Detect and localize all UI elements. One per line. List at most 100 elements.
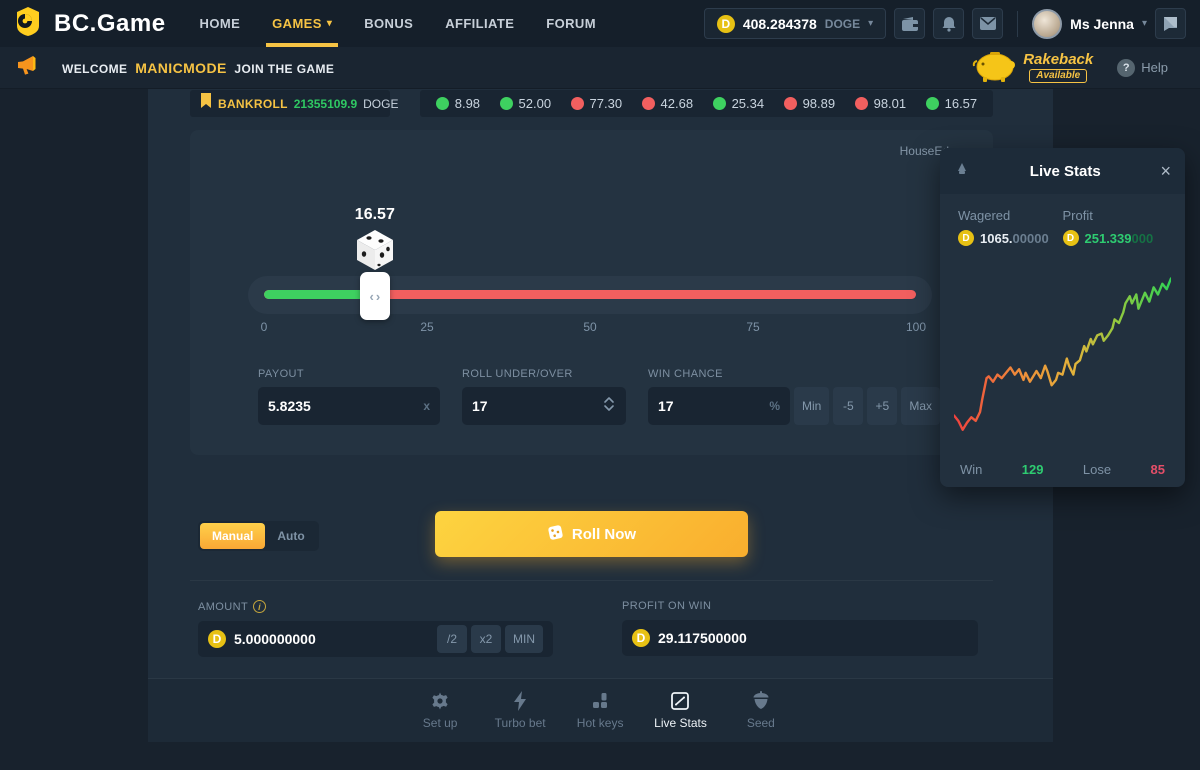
question-mark-icon: ?: [1117, 59, 1135, 77]
payout-label: PAYOUT: [258, 368, 440, 380]
lightning-icon: [512, 691, 528, 711]
hotkeys-icon: [590, 691, 610, 711]
toolbar-hot-keys[interactable]: Hot keys: [574, 691, 626, 730]
recent-roll[interactable]: 25.34: [713, 96, 765, 111]
divider: [190, 580, 993, 581]
top-navbar: BC.Game HOME GAMES ▾ BONUS AFFILIATEFORUM D …: [0, 0, 1200, 47]
amount-half2-button[interactable]: /2: [437, 625, 467, 653]
recent-roll[interactable]: 8.98: [436, 96, 480, 111]
auto-mode-button[interactable]: Auto: [265, 523, 316, 549]
piggy-bank-icon: [971, 47, 1017, 88]
payout-input[interactable]: [268, 398, 423, 414]
scale-tick-0: 0: [261, 320, 268, 334]
balance-selector[interactable]: D 408.284378 DOGE ▾: [704, 8, 886, 39]
roll-under-over-control: ROLL UNDER/OVER: [462, 368, 626, 425]
nav-item-bonus[interactable]: BONUS: [348, 0, 429, 47]
manual-mode-button[interactable]: Manual: [200, 523, 265, 549]
toolbar-seed[interactable]: Seed: [735, 691, 787, 730]
profit-on-win-input[interactable]: [658, 630, 968, 646]
amount-input[interactable]: [234, 631, 429, 647]
doge-coin-icon: D: [208, 630, 226, 648]
pin-icon[interactable]: [954, 161, 970, 182]
amount-label: AMOUNT: [198, 601, 248, 613]
caret-down-icon: ▾: [868, 18, 873, 29]
toolbar-item-label: Turbo bet: [495, 716, 546, 730]
lose-dot-icon: [571, 97, 584, 110]
bankroll-currency: DOGE: [363, 97, 398, 111]
nav-item-games[interactable]: GAMES ▾: [256, 0, 348, 47]
nav-item-home[interactable]: HOME: [184, 0, 257, 47]
profit-group: PROFIT ON WIN D: [622, 600, 978, 657]
dice-game-canvas: HouseEd 16.57 ‹ ›: [190, 130, 993, 455]
live-stats-header[interactable]: Live Stats ×: [940, 148, 1185, 194]
messages-button[interactable]: [972, 8, 1003, 39]
bell-icon: [941, 16, 957, 32]
active-tab-underline: [266, 43, 338, 47]
notifications-button[interactable]: [933, 8, 964, 39]
lose-dot-icon: [642, 97, 655, 110]
amount-x2-button[interactable]: x2: [471, 625, 501, 653]
mail-icon: [980, 17, 996, 30]
scale-tick-50: 50: [583, 320, 596, 334]
amount-min-button[interactable]: MIN: [505, 625, 543, 653]
nav-item-affiliate[interactable]: AFFILIATE: [429, 0, 530, 47]
nav-item-label: HOME: [200, 16, 241, 31]
recent-roll[interactable]: 42.68: [642, 96, 694, 111]
doge-coin-icon: D: [632, 629, 650, 647]
win-chance-max-button[interactable]: Max: [901, 387, 940, 425]
welcome-suffix: JOIN THE GAME: [234, 62, 334, 76]
roll-now-button[interactable]: Roll Now: [435, 511, 748, 557]
toolbar-item-label: Hot keys: [577, 716, 624, 730]
wagered-stat: Wagered D 1065.00000: [958, 208, 1063, 246]
roll-under-over-input[interactable]: [472, 398, 602, 414]
avatar: [1032, 9, 1062, 39]
help-button[interactable]: ? Help: [1117, 59, 1168, 77]
caret-down-icon: ▾: [327, 18, 332, 29]
seed-icon: [751, 691, 771, 711]
win-chance-minus5-button[interactable]: -5: [833, 387, 863, 425]
win-label: Win: [960, 462, 982, 477]
profit-label: Profit: [1063, 208, 1168, 223]
recent-roll[interactable]: 98.01: [855, 96, 907, 111]
chat-button[interactable]: [1155, 8, 1186, 39]
user-name: Ms Jenna: [1070, 16, 1134, 32]
recent-roll[interactable]: 77.30: [571, 96, 623, 111]
recent-roll[interactable]: 52.00: [500, 96, 552, 111]
roll-value: 98.01: [874, 96, 907, 111]
toolbar-turbo-bet[interactable]: Turbo bet: [494, 691, 546, 730]
toolbar-live-stats[interactable]: Live Stats: [654, 691, 707, 730]
amount-row: AMOUNT i D /2x2MIN PROFIT ON WIN D: [198, 600, 978, 657]
brand-home-link[interactable]: BC.Game: [0, 5, 184, 42]
caret-down-icon: ▾: [1142, 18, 1147, 29]
nav-item-label: BONUS: [364, 16, 413, 31]
dice-slider-track[interactable]: [248, 276, 932, 314]
toolbar-item-label: Seed: [747, 716, 775, 730]
navbar-right: D 408.284378 DOGE ▾: [704, 8, 1200, 39]
lose-dot-icon: [855, 97, 868, 110]
swap-arrows-icon[interactable]: [602, 396, 616, 417]
close-icon[interactable]: ×: [1160, 162, 1171, 180]
page: BC.Game HOME GAMES ▾ BONUS AFFILIATEFORUM D …: [0, 0, 1200, 770]
recent-roll[interactable]: 98.89: [784, 96, 836, 111]
win-chance-input[interactable]: [658, 398, 769, 414]
scale-tick-75: 75: [746, 320, 759, 334]
win-chance-min-button[interactable]: Min: [794, 387, 829, 425]
slider-handle[interactable]: ‹ ›: [360, 272, 390, 320]
nav-item-forum[interactable]: FORUM: [530, 0, 612, 47]
recent-rolls-bar: 8.98 52.00 77.30 42.68 25.34 98.89 98.01 16.57: [420, 90, 993, 117]
roll-result-value: 16.57: [355, 206, 395, 224]
user-menu[interactable]: Ms Jenna ▾: [1032, 9, 1147, 39]
megaphone-icon: [16, 54, 40, 81]
nav-item-label: GAMES: [272, 16, 322, 31]
rakeback-banner[interactable]: Rakeback Available: [971, 47, 1093, 88]
doge-coin-icon: D: [717, 15, 735, 33]
wallet-button[interactable]: [894, 8, 925, 39]
bankroll-value: 21355109.9: [294, 97, 357, 111]
toolbar-set-up[interactable]: Set up: [414, 691, 466, 730]
divider: [1017, 11, 1018, 37]
recent-roll[interactable]: 16.57: [926, 96, 978, 111]
roll-value: 25.34: [732, 96, 765, 111]
info-icon[interactable]: i: [253, 600, 266, 613]
dice-icon: [547, 524, 564, 545]
win-chance-plus5-button[interactable]: +5: [867, 387, 897, 425]
